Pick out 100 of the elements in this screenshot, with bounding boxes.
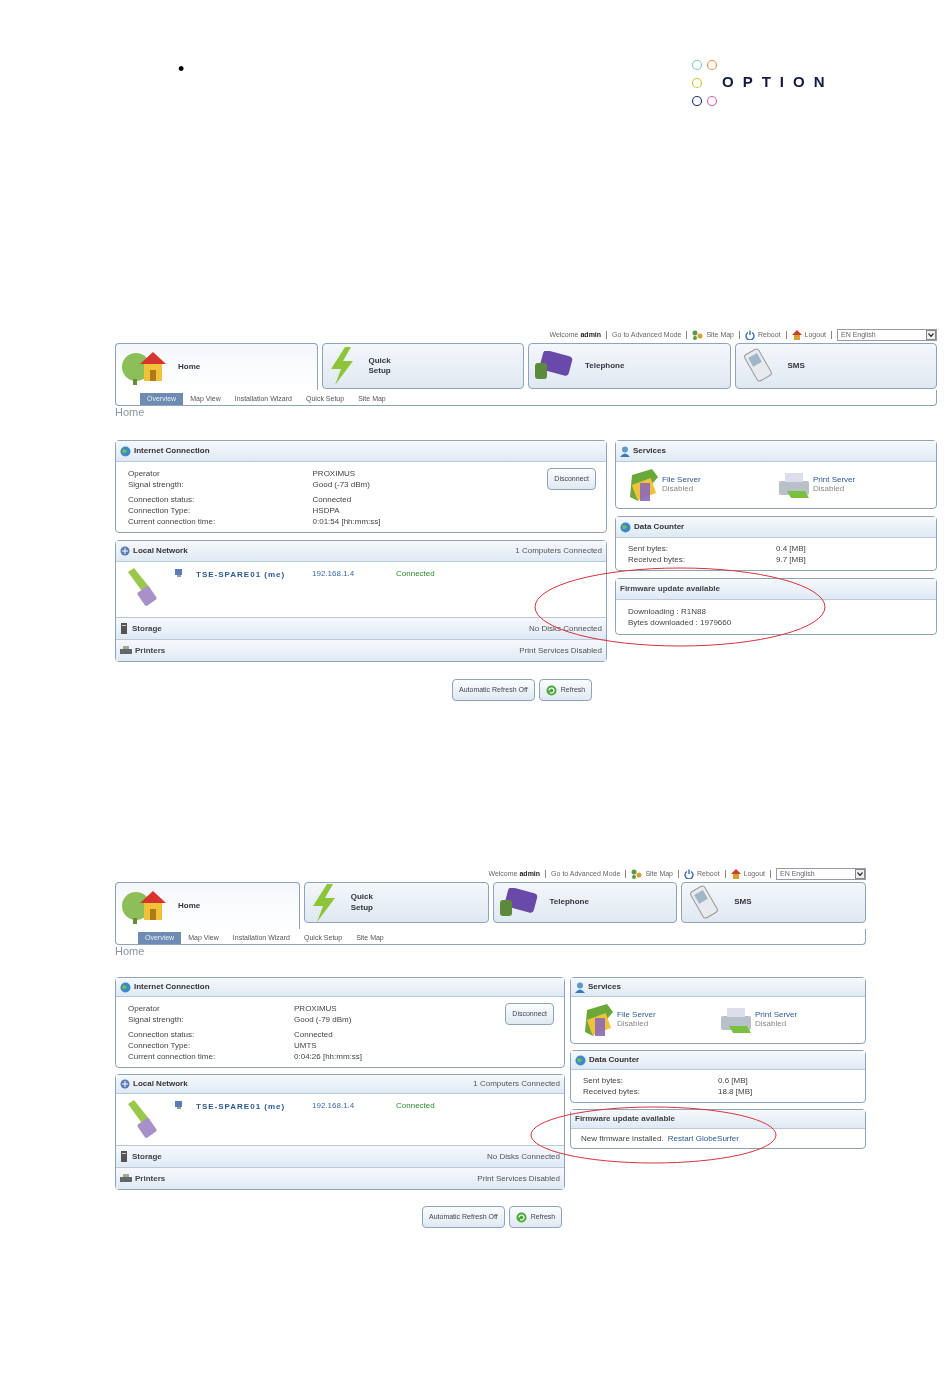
field-label: Connection Type: <box>128 1040 192 1051</box>
section-status: Print Services Disabled <box>477 1172 560 1185</box>
field-label: Sent bytes: <box>583 1075 625 1086</box>
field-label: Connection Type: <box>128 505 192 516</box>
refresh-icon <box>545 684 557 696</box>
field-label: Connection status: <box>128 1029 196 1040</box>
main-tab[interactable]: Telephone <box>528 343 731 389</box>
house-icon <box>791 330 802 340</box>
section-status: No Disks Connected <box>529 622 602 635</box>
disk-drive-icon <box>120 623 129 634</box>
field-label: Received bytes: <box>628 554 686 565</box>
main-tab[interactable]: Quick Setup <box>303 882 489 923</box>
panel-title: Services <box>633 445 666 457</box>
field-value: 0.6 [MB] <box>718 1075 749 1086</box>
service-link[interactable]: File Server <box>617 1011 656 1020</box>
field-value: 0:04:26 [hh:mm:ss] <box>294 1051 364 1062</box>
field-value: Good (-79 dBm) <box>294 1014 353 1025</box>
field-value: PROXIMUS <box>312 468 357 479</box>
network-icon <box>120 546 130 556</box>
field-value: Good (-73 dBm) <box>312 479 371 490</box>
service-link[interactable]: Print Server <box>813 476 856 485</box>
panel-title: Data Counter <box>634 521 685 533</box>
page-heading: Home <box>115 407 146 418</box>
connected-count: 1 Computers Connected <box>515 545 602 557</box>
ip-address: 192.168.1.4 <box>312 1100 356 1112</box>
printer-icon <box>120 646 132 655</box>
field-value: UMTS <box>294 1040 318 1051</box>
panel-title: Services <box>588 981 621 993</box>
globe-icon <box>575 1054 586 1066</box>
house-icon <box>730 869 741 879</box>
panel-title: Firmware update available <box>575 1113 676 1125</box>
section-status: Print Services Disabled <box>519 644 602 657</box>
folder-icon <box>583 1002 615 1038</box>
field-label: Signal strength: <box>128 479 185 490</box>
globe-icon <box>620 521 631 533</box>
panel-title: Local Network <box>133 545 188 557</box>
restart-link[interactable]: Restart GlobeSurfer <box>667 1133 739 1144</box>
house-icon <box>120 888 166 924</box>
field-label: Connection status: <box>128 494 196 505</box>
field-value: PROXIMUS <box>294 1003 338 1014</box>
power-icon <box>745 330 755 340</box>
power-icon <box>684 869 694 879</box>
field-label: Current connection time: <box>128 1051 217 1062</box>
status-message: New firmware installed. <box>581 1133 664 1144</box>
section-title: Storage <box>132 1150 162 1163</box>
main-tab[interactable]: Home <box>115 343 318 390</box>
section-title: Printers <box>135 644 166 657</box>
service-status: Disabled <box>755 1020 788 1029</box>
panel-title: Internet Connection <box>134 445 210 457</box>
field-value: 9.7 [MB] <box>776 554 807 565</box>
service-status: Disabled <box>617 1020 650 1029</box>
section-title: Printers <box>135 1172 166 1185</box>
field-value: 18.8 [MB] <box>718 1086 754 1097</box>
bullet-point: • <box>178 60 185 78</box>
computer-icon <box>174 1100 184 1110</box>
field-value: HSDPA <box>312 505 341 516</box>
computer-icon <box>174 568 184 578</box>
printer-icon <box>120 1174 132 1183</box>
page-heading: Home <box>115 946 146 957</box>
connection-status: Connected <box>396 1100 435 1112</box>
main-tab[interactable]: SMS <box>681 882 866 923</box>
connection-status: Connected <box>396 568 435 580</box>
section-title: Storage <box>132 622 162 635</box>
printer-icon <box>777 471 811 499</box>
service-link[interactable]: Print Server <box>755 1011 798 1020</box>
field-label: Received bytes: <box>583 1086 641 1097</box>
panel-title: Local Network <box>133 1078 188 1090</box>
field-label: Operator <box>128 1003 161 1014</box>
status-message: Bytes downloaded : 1979660 <box>628 617 733 628</box>
network-icon <box>120 1079 130 1089</box>
field-label: Operator <box>128 468 161 479</box>
service-status: Disabled <box>813 485 846 494</box>
field-label: Sent bytes: <box>628 543 670 554</box>
field-value: 0:01:54 [hh:mm:ss] <box>312 516 382 527</box>
status-message: Downloading : R1N88 <box>628 606 707 617</box>
field-value: Connected <box>312 494 353 505</box>
field-value: Connected <box>294 1029 334 1040</box>
user-icon <box>575 981 585 993</box>
main-tab[interactable]: Home <box>115 882 300 929</box>
main-tab[interactable]: SMS <box>734 343 937 389</box>
service-status: Disabled <box>662 485 695 494</box>
main-tab[interactable]: Quick Setup <box>321 343 524 389</box>
caret-icon <box>928 333 934 337</box>
folder-icon <box>628 467 660 503</box>
device-name-link[interactable]: TSE-SPARE01 (me) <box>196 1101 312 1113</box>
brand-logo: OPTION <box>690 58 834 106</box>
section-status: No Disks Connected <box>487 1150 560 1163</box>
panel-title: Internet Connection <box>134 981 210 993</box>
panel-title: Data Counter <box>589 1054 640 1066</box>
sitemap-icon <box>631 869 643 879</box>
globe-icon <box>120 981 131 993</box>
ip-address: 192.168.1.4 <box>312 568 356 580</box>
sitemap-icon <box>692 330 704 340</box>
service-link[interactable]: File Server <box>662 476 701 485</box>
connected-count: 1 Computers Connected <box>473 1078 560 1090</box>
globe-icon <box>120 445 131 457</box>
printer-icon <box>719 1006 753 1034</box>
device-name-link[interactable]: TSE-SPARE01 (me) <box>196 569 312 581</box>
main-tab[interactable]: Telephone <box>492 882 678 923</box>
user-icon <box>620 445 630 457</box>
